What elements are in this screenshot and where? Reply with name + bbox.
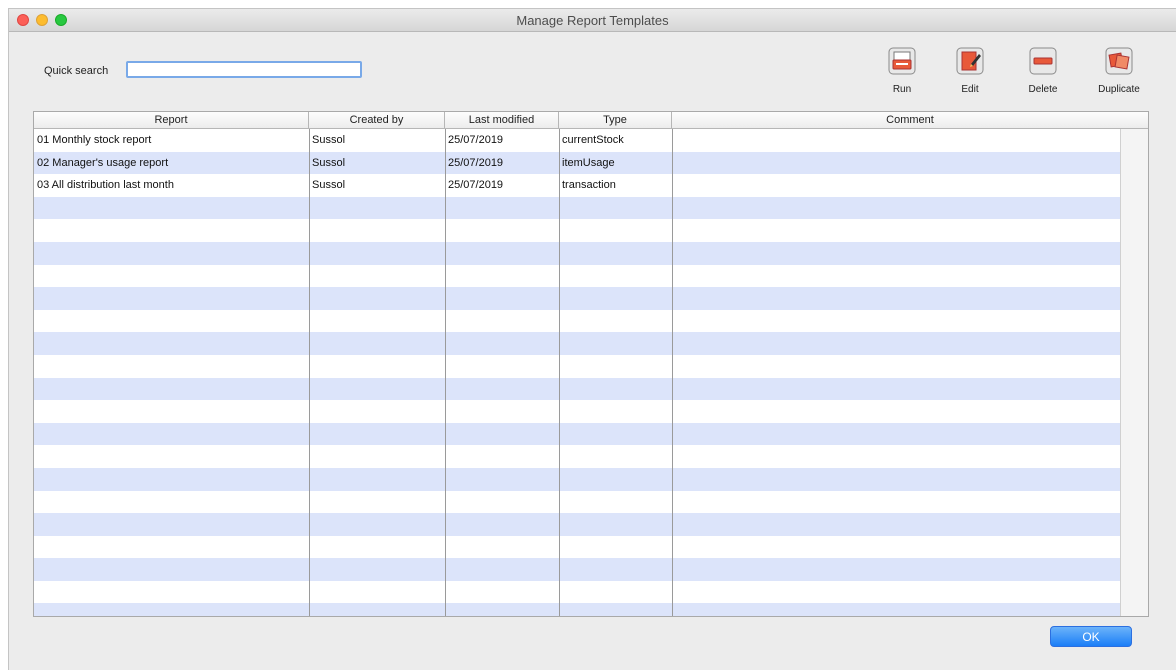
- report-templates-table[interactable]: Report Created by Last modified Type Com…: [33, 111, 1149, 617]
- empty-table-row[interactable]: [34, 558, 1148, 581]
- run-button[interactable]: Run: [872, 47, 932, 103]
- column-divider: [309, 129, 310, 616]
- empty-table-row[interactable]: [34, 513, 1148, 536]
- column-divider: [445, 129, 446, 616]
- empty-table-row[interactable]: [34, 219, 1148, 242]
- empty-table-row[interactable]: [34, 264, 1148, 288]
- column-divider: [672, 129, 673, 616]
- empty-table-row[interactable]: [34, 422, 1148, 446]
- empty-table-row[interactable]: [34, 332, 1148, 355]
- delete-icon: [1029, 47, 1057, 75]
- table-cell: [672, 129, 1148, 152]
- table-cell: 25/07/2019: [448, 179, 504, 192]
- table-cell: [672, 174, 1148, 197]
- table-cell: 25/07/2019: [448, 156, 504, 169]
- edit-icon: [956, 47, 984, 75]
- empty-table-row[interactable]: [34, 490, 1148, 514]
- edit-button[interactable]: Edit: [940, 47, 1000, 103]
- empty-table-row[interactable]: [34, 377, 1148, 401]
- empty-table-row[interactable]: [34, 580, 1148, 604]
- table-cell: Sussol: [312, 156, 346, 169]
- empty-table-row[interactable]: [34, 467, 1148, 491]
- table-header: Report Created by Last modified Type Com…: [34, 112, 1148, 129]
- table-cell: 02 Manager's usage report: [37, 156, 169, 169]
- run-label: Run: [892, 84, 912, 95]
- empty-table-row[interactable]: [34, 196, 1148, 220]
- empty-table-row[interactable]: [34, 287, 1148, 310]
- empty-table-row[interactable]: [34, 241, 1148, 265]
- empty-table-row[interactable]: [34, 354, 1148, 378]
- table-cell: [672, 152, 1148, 175]
- ok-button[interactable]: OK: [1050, 626, 1132, 647]
- empty-table-row[interactable]: [34, 309, 1148, 333]
- quick-search-input[interactable]: [126, 61, 362, 78]
- table-cell: 01 Monthly stock report: [37, 134, 152, 146]
- column-header-last-modified[interactable]: Last modified: [445, 112, 559, 128]
- table-cell: transaction: [562, 179, 616, 192]
- table-cell: currentStock: [562, 134, 624, 146]
- run-icon: [888, 47, 916, 75]
- delete-button[interactable]: Delete: [1013, 47, 1073, 103]
- edit-label: Edit: [961, 84, 979, 95]
- empty-table-row[interactable]: [34, 603, 1148, 616]
- column-header-comment[interactable]: Comment: [672, 112, 1148, 128]
- manage-report-templates-window: Manage Report Templates Quick search Run…: [8, 8, 1176, 670]
- duplicate-label: Duplicate: [1098, 84, 1140, 95]
- column-divider: [559, 129, 560, 616]
- table-cell: itemUsage: [562, 156, 615, 169]
- column-header-type[interactable]: Type: [559, 112, 672, 128]
- window-title: Manage Report Templates: [516, 13, 669, 28]
- column-header-created-by[interactable]: Created by: [309, 112, 445, 128]
- table-row[interactable]: 03 All distribution last month Sussol 25/0…: [34, 174, 1148, 197]
- table-row[interactable]: 01 Monthly stock report Sussol 25/07/2019 c…: [34, 129, 1148, 152]
- table-cell: Sussol: [312, 179, 346, 192]
- table-cell: 03 All distribution last month: [37, 179, 174, 192]
- empty-table-row[interactable]: [34, 400, 1148, 423]
- vertical-scrollbar[interactable]: [1120, 129, 1148, 616]
- duplicate-icon: [1105, 47, 1133, 75]
- empty-table-row[interactable]: [34, 445, 1148, 468]
- delete-label: Delete: [1028, 84, 1058, 95]
- title-bar[interactable]: Manage Report Templates: [9, 9, 1176, 32]
- duplicate-button[interactable]: Duplicate: [1089, 47, 1149, 103]
- table-body: 01 Monthly stock report Sussol 25/07/2019 c…: [34, 129, 1148, 616]
- table-row[interactable]: 02 Manager's usage report Sussol 25/07/201…: [34, 151, 1148, 175]
- table-cell: 25/07/2019: [448, 134, 504, 146]
- quick-search-label: Quick search: [44, 65, 109, 77]
- empty-table-row[interactable]: [34, 535, 1148, 559]
- table-cell: Sussol: [312, 134, 346, 146]
- column-header-report[interactable]: Report: [34, 112, 309, 128]
